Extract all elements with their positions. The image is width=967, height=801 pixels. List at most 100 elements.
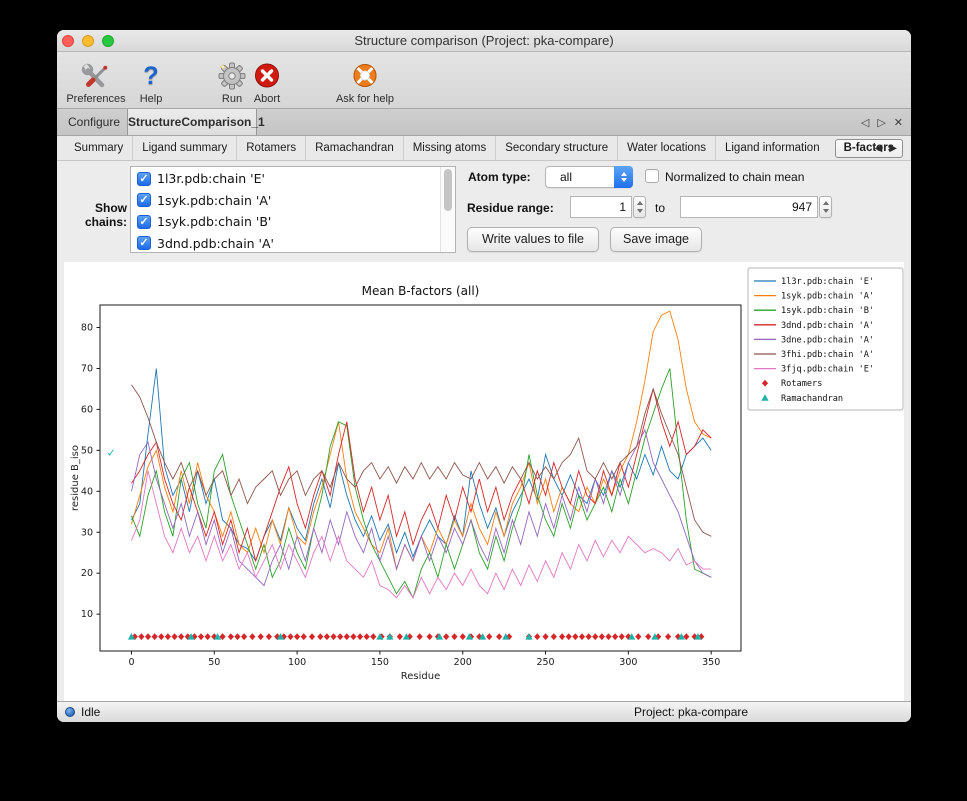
tab-bar: Configure StructureComparison_1 ◁ ▷ ✕ (57, 109, 911, 136)
chain-checkbox[interactable]: ✓ (137, 236, 151, 250)
chain-checkbox[interactable]: ✓ (137, 193, 151, 207)
svg-text:residue B_iso: residue B_iso (70, 445, 81, 511)
chains-listbox[interactable]: ✓ 1l3r.pdb:chain 'E' ✓ 1syk.pdb:chain 'A' ✓ 1… (130, 166, 456, 253)
svg-text:60: 60 (81, 404, 93, 415)
subtab-ramachandran[interactable]: Ramachandran (305, 136, 403, 160)
tab-structure-comparison[interactable]: StructureComparison_1 (127, 109, 257, 135)
tool-label: Ask for help (336, 93, 394, 105)
window-title: Structure comparison (Project: pka-compa… (57, 30, 911, 51)
show-chains-label: Show chains: (57, 201, 127, 229)
svg-text:200: 200 (454, 657, 472, 668)
residue-to-stepper[interactable] (819, 196, 832, 218)
subtab-ligand-summary[interactable]: Ligand summary (132, 136, 236, 160)
subtab-summary[interactable]: Summary (65, 136, 132, 160)
subtab-ligand-information[interactable]: Ligand information (715, 136, 829, 160)
desktop-background: Structure comparison (Project: pka-compa… (0, 0, 967, 801)
atom-type-value: all (560, 167, 572, 187)
subtab-bar: Summary Ligand summary Rotamers Ramachan… (57, 136, 911, 161)
svg-text:3dne.pdb:chain 'A': 3dne.pdb:chain 'A' (781, 335, 874, 345)
svg-text:0: 0 (128, 657, 134, 668)
svg-text:10: 10 (81, 609, 93, 620)
tab-scroll-right-icon[interactable]: ▷ (877, 116, 885, 129)
svg-text:3fhi.pdb:chain 'A': 3fhi.pdb:chain 'A' (781, 350, 874, 360)
svg-text:1syk.pdb:chain 'A': 1syk.pdb:chain 'A' (781, 292, 874, 302)
atom-type-label: Atom type: (468, 170, 531, 184)
svg-text:Ramachandran: Ramachandran (781, 394, 843, 404)
chains-scrollbar[interactable] (440, 167, 455, 252)
svg-text:Residue: Residue (401, 671, 440, 682)
popup-arrows-icon (614, 166, 633, 188)
residue-from-stepper[interactable] (633, 196, 646, 218)
normalized-label: Normalized to chain mean (665, 170, 804, 184)
subtab-secondary-structure[interactable]: Secondary structure (495, 136, 617, 160)
svg-text:1l3r.pdb:chain 'E': 1l3r.pdb:chain 'E' (781, 277, 874, 287)
svg-text:50: 50 (208, 657, 220, 668)
residue-to-field[interactable]: 947 (680, 196, 818, 218)
tool-label: Help (140, 93, 163, 105)
bfactor-plot-panel: 0 50 100 150 200 250 300 350 10 20 30 40 50 60 70 80 Mea… (64, 262, 904, 701)
abort-icon (252, 60, 282, 92)
svg-text:350: 350 (702, 657, 720, 668)
abort-button[interactable]: Abort (246, 55, 288, 105)
svg-text:100: 100 (288, 657, 306, 668)
tool-label: Preferences (66, 93, 125, 105)
status-text: Idle (81, 702, 100, 722)
status-bar: Idle Project: pka-compare (57, 701, 911, 722)
svg-text:1syk.pdb:chain 'B': 1syk.pdb:chain 'B' (781, 306, 874, 316)
svg-text:40: 40 (81, 486, 93, 497)
svg-text:20: 20 (81, 568, 93, 579)
svg-text:30: 30 (81, 527, 93, 538)
atom-type-select[interactable]: all (545, 166, 633, 188)
svg-text:70: 70 (81, 363, 93, 374)
svg-text:250: 250 (536, 657, 554, 668)
gear-icon (217, 60, 247, 92)
chain-label: 1syk.pdb:chain 'A' (157, 193, 271, 208)
chains-scrollbar-thumb[interactable] (444, 169, 452, 211)
tool-label: Abort (254, 93, 280, 105)
svg-text:Mean B-factors (all): Mean B-factors (all) (362, 284, 480, 298)
svg-text:3dnd.pdb:chain 'A': 3dnd.pdb:chain 'A' (781, 321, 874, 331)
svg-text:3fjq.pdb:chain 'E': 3fjq.pdb:chain 'E' (781, 365, 874, 375)
lifebuoy-icon (350, 60, 380, 92)
chain-row[interactable]: ✓ 1syk.pdb:chain 'B' (131, 211, 440, 233)
tab-configure[interactable]: Configure (63, 109, 125, 135)
chain-label: 1l3r.pdb:chain 'E' (157, 171, 265, 186)
title-bar[interactable]: Structure comparison (Project: pka-compa… (57, 30, 911, 52)
normalized-checkbox[interactable] (645, 169, 659, 183)
subtab-missing-atoms[interactable]: Missing atoms (403, 136, 496, 160)
svg-text:✓: ✓ (107, 447, 116, 460)
tab-close-icon[interactable]: ✕ (894, 116, 903, 129)
svg-text:150: 150 (371, 657, 389, 668)
chain-checkbox[interactable]: ✓ (137, 172, 151, 186)
residue-range-label: Residue range: (467, 201, 554, 215)
svg-text:80: 80 (81, 323, 93, 334)
svg-text:Rotamers: Rotamers (781, 379, 822, 389)
chain-checkbox[interactable]: ✓ (137, 215, 151, 229)
app-window: Structure comparison (Project: pka-compa… (57, 30, 911, 722)
write-values-button[interactable]: Write values to file (467, 227, 599, 252)
project-label: Project: pka-compare (634, 702, 748, 722)
residue-from-field[interactable]: 1 (570, 196, 632, 218)
subtab-rotamers[interactable]: Rotamers (236, 136, 305, 160)
toolbar: Preferences ? Help (57, 52, 911, 109)
chain-row[interactable]: ✓ 1syk.pdb:chain 'A' (131, 190, 440, 212)
subtab-scroll-right-icon[interactable]: ▶ (889, 143, 897, 154)
svg-text:300: 300 (619, 657, 637, 668)
svg-text:50: 50 (81, 445, 93, 456)
tool-label: Run (222, 93, 242, 105)
help-button[interactable]: ? Help (133, 55, 169, 105)
ask-for-help-button[interactable]: Ask for help (325, 55, 405, 105)
status-indicator-icon (65, 707, 75, 717)
subtab-water-locations[interactable]: Water locations (617, 136, 715, 160)
preferences-button[interactable]: Preferences (63, 55, 129, 105)
subtab-scroll-left-icon[interactable]: ◀ (875, 143, 883, 154)
bfactor-chart: 0 50 100 150 200 250 300 350 10 20 30 40 50 60 70 80 Mea… (64, 262, 904, 701)
save-image-button[interactable]: Save image (610, 227, 702, 252)
chain-label: 3dnd.pdb:chain 'A' (157, 236, 274, 251)
chain-label: 1syk.pdb:chain 'B' (157, 214, 271, 229)
tab-scroll-left-icon[interactable]: ◁ (861, 116, 869, 129)
to-label: to (655, 201, 665, 215)
chain-row[interactable]: ✓ 1l3r.pdb:chain 'E' (131, 168, 440, 190)
chain-row[interactable]: ✓ 3dnd.pdb:chain 'A' (131, 233, 440, 254)
question-icon: ? (143, 60, 158, 92)
